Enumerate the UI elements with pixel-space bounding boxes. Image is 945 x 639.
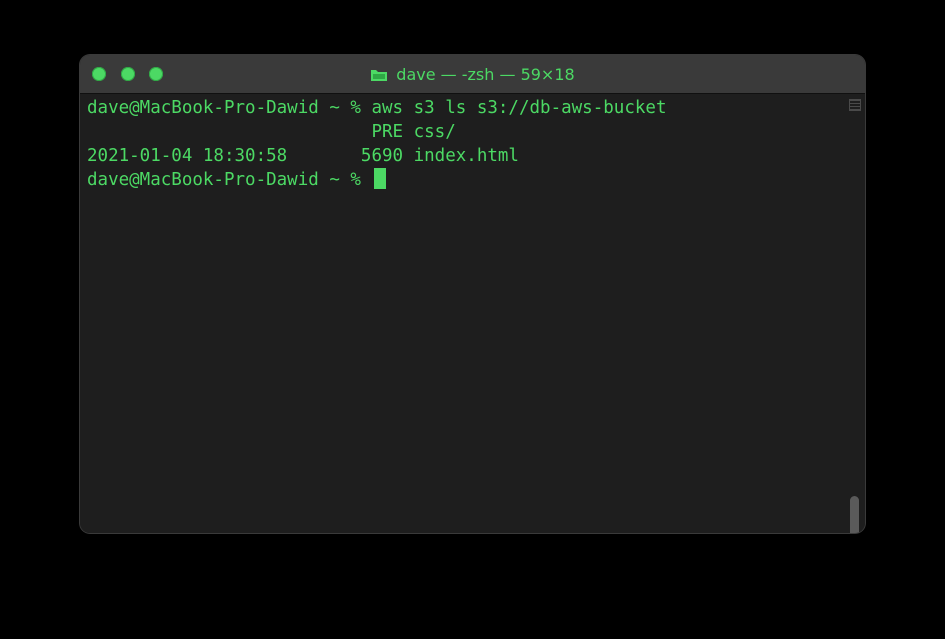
terminal-line-2: PRE css/ [87, 122, 456, 142]
scrollbar-thumb[interactable] [850, 496, 859, 533]
terminal-window: dave — -zsh — 59×18 dave@MacBook-Pro-Daw… [80, 55, 865, 533]
vertical-scrollbar[interactable] [845, 94, 865, 533]
title-bar[interactable]: dave — -zsh — 59×18 [80, 55, 865, 94]
terminal-output[interactable]: dave@MacBook-Pro-Dawid ~ % aws s3 ls s3:… [80, 94, 845, 533]
folder-icon [370, 67, 388, 81]
terminal-prompt: dave@MacBook-Pro-Dawid ~ % [87, 170, 372, 190]
window-title: dave — -zsh — 59×18 [396, 64, 575, 84]
terminal-line-1: dave@MacBook-Pro-Dawid ~ % aws s3 ls s3:… [87, 98, 667, 118]
terminal-prompt-line: dave@MacBook-Pro-Dawid ~ % [87, 168, 387, 192]
terminal-line-3: 2021-01-04 18:30:58 5690 index.html [87, 146, 519, 166]
window-title-container: dave — -zsh — 59×18 [80, 55, 865, 93]
scroll-marker-icon [849, 99, 861, 111]
text-cursor [374, 168, 387, 189]
